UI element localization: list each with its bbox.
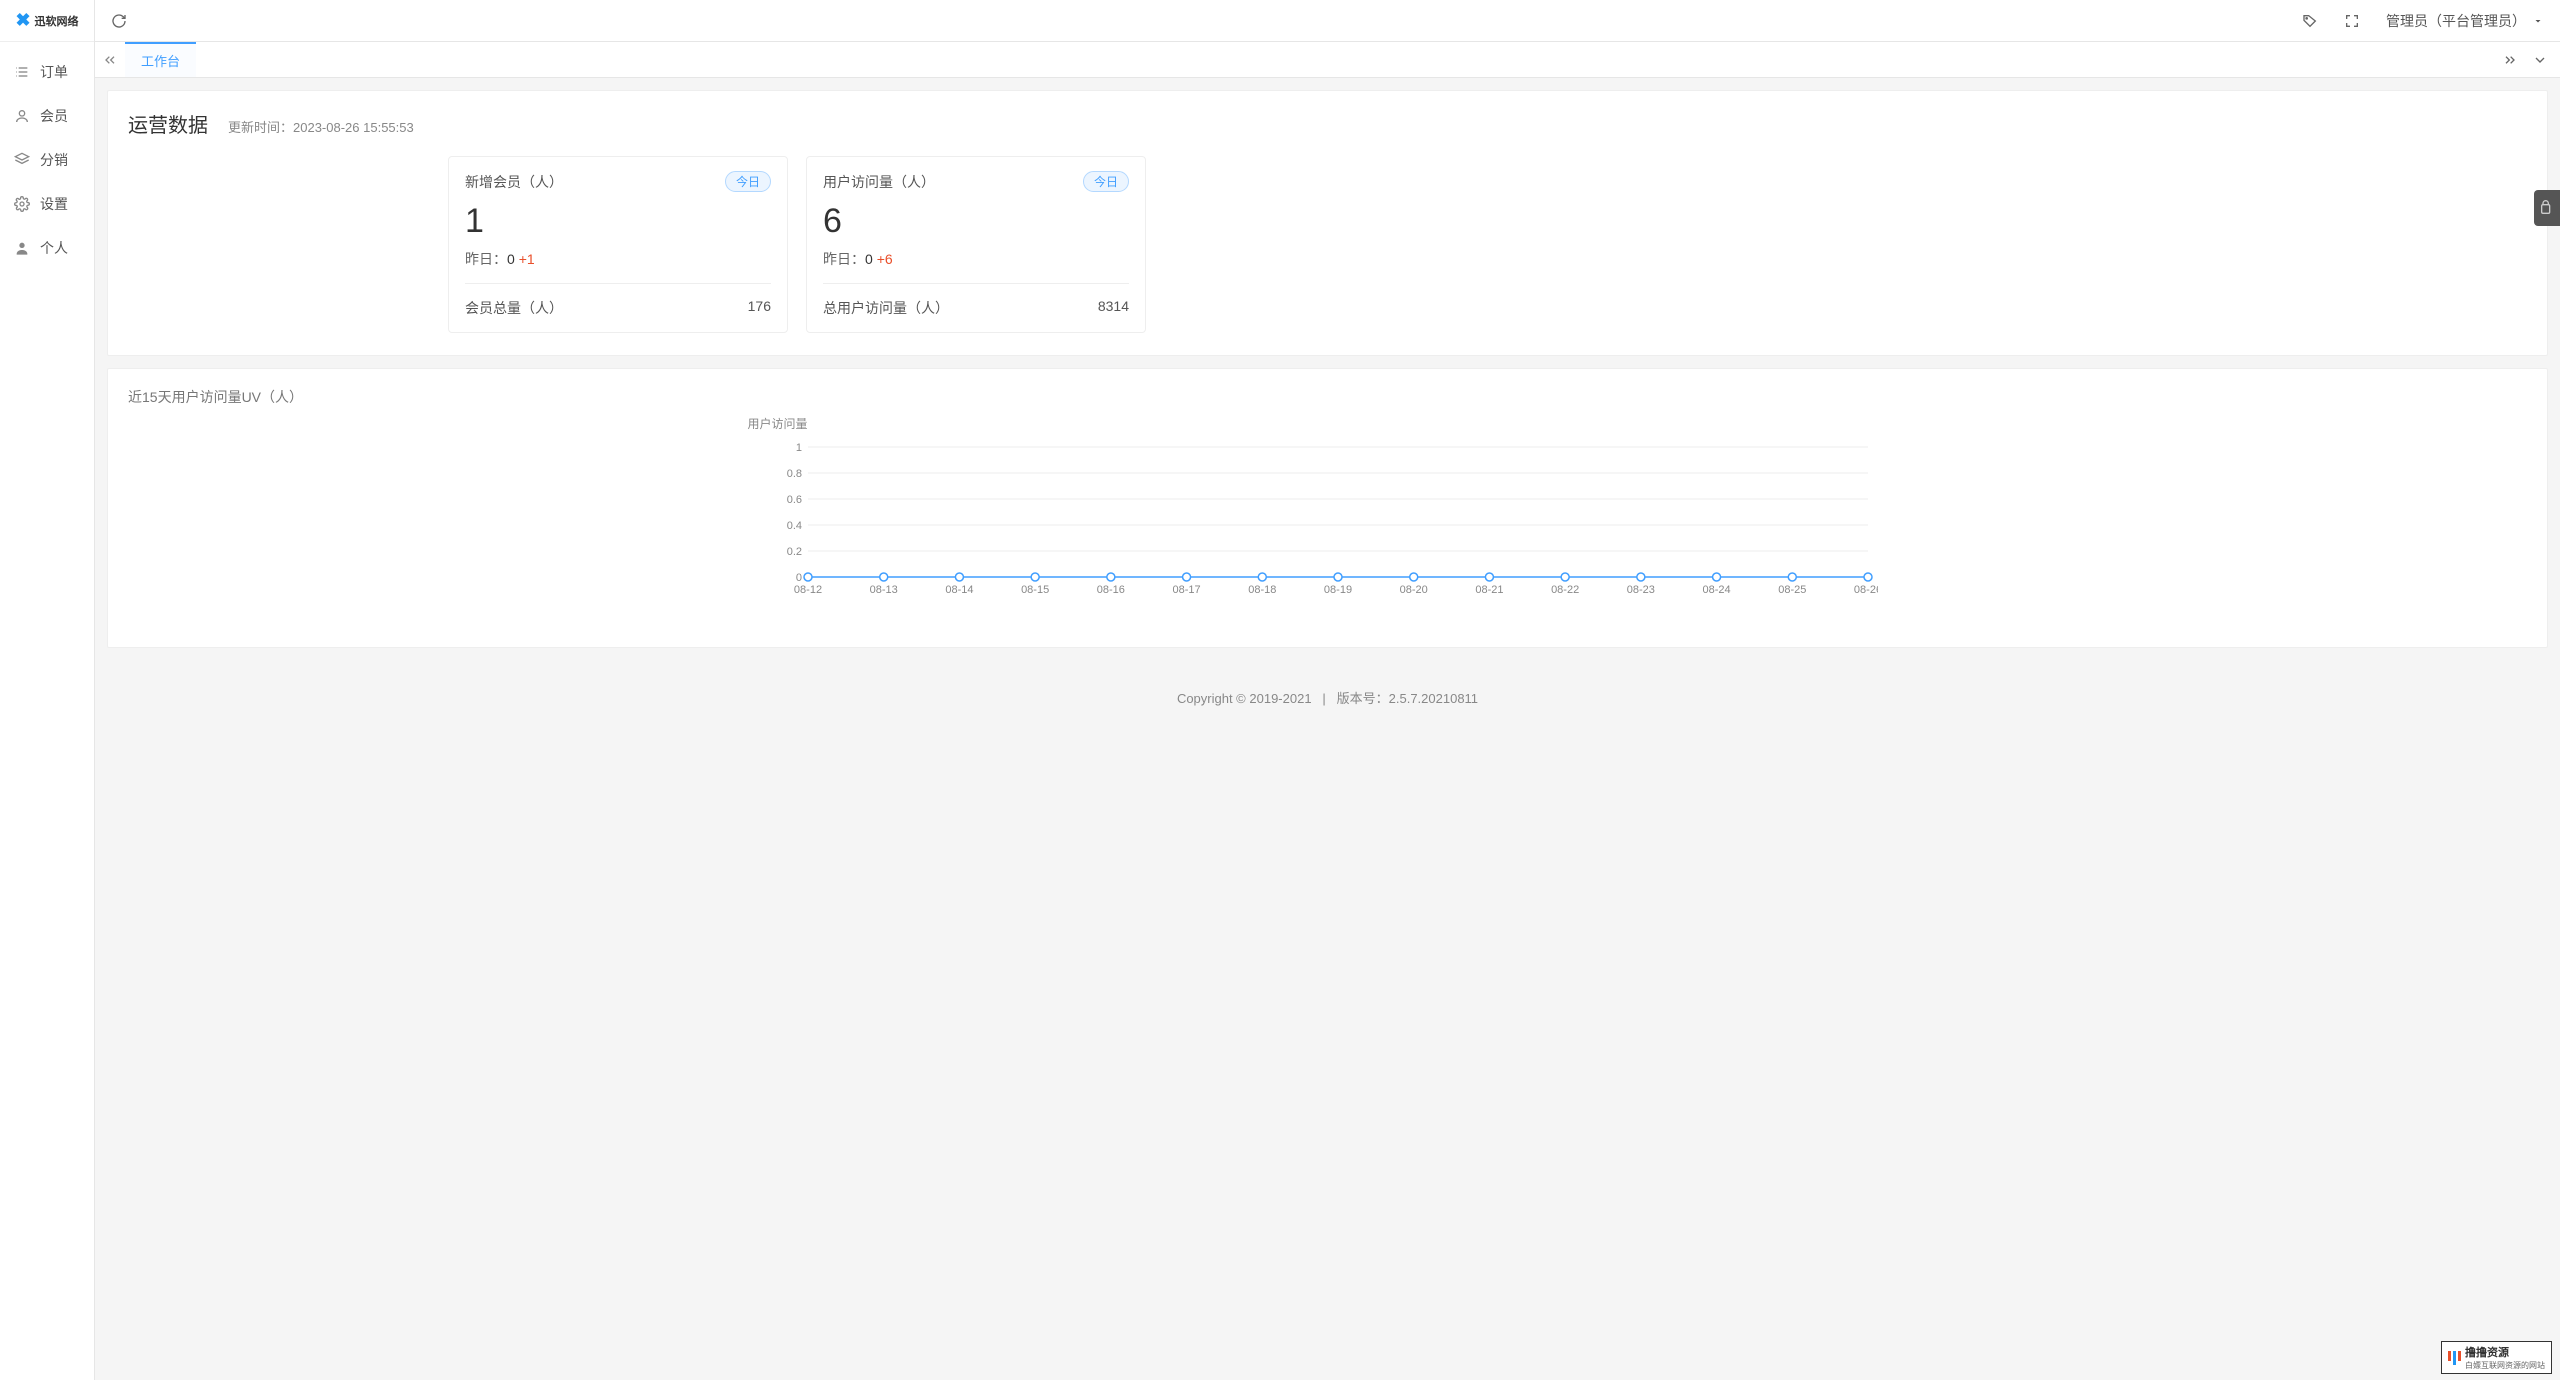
- sidebar-item-orders[interactable]: 订单: [0, 50, 94, 94]
- refresh-button[interactable]: [111, 13, 127, 29]
- card-foot-value: 8314: [1098, 298, 1129, 318]
- card-big-number: 6: [823, 202, 1129, 241]
- card-sub: 昨日：0 +1: [465, 249, 771, 269]
- side-float-button[interactable]: [2534, 190, 2560, 226]
- card-foot-value: 176: [748, 298, 771, 318]
- sidebar-item-settings[interactable]: 设置: [0, 182, 94, 226]
- svg-text:08-18: 08-18: [1248, 584, 1276, 596]
- sidebar-item-label: 订单: [40, 62, 68, 82]
- user-icon: [14, 108, 30, 124]
- card-big-number: 1: [465, 202, 771, 241]
- card-foot-label: 总用户访问量（人）: [823, 298, 949, 318]
- panel-title: 运营数据: [128, 109, 208, 138]
- sidebar: ✖迅软网络 订单 会员 分销 设置 个人: [0, 0, 95, 1380]
- stats-panel: 运营数据 更新时间：2023-08-26 15:55:53 新增会员（人） 今日…: [107, 90, 2548, 356]
- sidebar-item-label: 个人: [40, 238, 68, 258]
- sidebar-item-members[interactable]: 会员: [0, 94, 94, 138]
- shopping-bag-icon: [2539, 200, 2555, 216]
- line-chart: 0 0.2 0.4 0.6 0.8 1 08-12 08-13 08-14 08-15 08-16 0…: [778, 437, 1878, 607]
- tab-label: 工作台: [141, 51, 180, 70]
- user-dropdown[interactable]: 管理员（平台管理员）: [2386, 11, 2544, 31]
- sidebar-item-label: 分销: [40, 150, 68, 170]
- sidebar-item-label: 设置: [40, 194, 68, 214]
- svg-text:0.4: 0.4: [786, 520, 801, 532]
- svg-text:0.6: 0.6: [786, 494, 801, 506]
- fullscreen-icon[interactable]: [2344, 13, 2360, 29]
- svg-text:08-20: 08-20: [1399, 584, 1427, 596]
- card-badge: 今日: [725, 171, 771, 192]
- card-title: 新增会员（人）: [465, 172, 563, 192]
- expand-tabs-icon[interactable]: [2502, 52, 2518, 68]
- layers-icon: [14, 152, 30, 168]
- topbar: 管理员（平台管理员）: [95, 0, 2560, 42]
- brand-logo: ✖迅软网络: [0, 0, 94, 42]
- svg-text:08-26: 08-26: [1853, 584, 1877, 596]
- card-badge: 今日: [1083, 171, 1129, 192]
- chart-panel: 近15天用户访问量UV（人） 用户访问量 0 0.2 0.4 0.6 0.8 1 08-12…: [107, 368, 2548, 648]
- card-title: 用户访问量（人）: [823, 172, 935, 192]
- svg-text:08-14: 08-14: [945, 584, 973, 596]
- tabs-bar: 工作台: [95, 42, 2560, 78]
- caret-down-icon: [2532, 15, 2544, 27]
- stat-card: 用户访问量（人） 今日 6 昨日：0 +6 总用户访问量（人） 8314: [806, 156, 1146, 333]
- tag-icon[interactable]: [2302, 13, 2318, 29]
- sidebar-item-label: 会员: [40, 106, 68, 126]
- svg-text:08-21: 08-21: [1475, 584, 1503, 596]
- svg-text:08-23: 08-23: [1626, 584, 1654, 596]
- svg-text:08-24: 08-24: [1702, 584, 1730, 596]
- gear-icon: [14, 196, 30, 212]
- card-foot-label: 会员总量（人）: [465, 298, 563, 318]
- collapse-tabs-icon[interactable]: [95, 52, 125, 68]
- svg-text:0: 0: [795, 572, 801, 584]
- list-icon: [14, 64, 30, 80]
- sidebar-item-distribution[interactable]: 分销: [0, 138, 94, 182]
- watermark: 撸撸资源 白嫖互联网资源的网站: [2441, 1341, 2552, 1374]
- user-label: 管理员（平台管理员）: [2386, 11, 2526, 31]
- update-time: 更新时间：2023-08-26 15:55:53: [228, 117, 414, 136]
- svg-text:08-15: 08-15: [1021, 584, 1049, 596]
- svg-text:08-16: 08-16: [1096, 584, 1124, 596]
- person-icon: [14, 240, 30, 256]
- svg-text:08-17: 08-17: [1172, 584, 1200, 596]
- tab-workspace[interactable]: 工作台: [125, 42, 196, 77]
- svg-text:08-22: 08-22: [1551, 584, 1579, 596]
- card-sub: 昨日：0 +6: [823, 249, 1129, 269]
- svg-text:0.2: 0.2: [786, 546, 801, 558]
- sidebar-nav: 订单 会员 分销 设置 个人: [0, 42, 94, 270]
- svg-text:08-12: 08-12: [793, 584, 821, 596]
- footer: Copyright © 2019-2021 | 版本号：2.5.7.202108…: [107, 648, 2548, 727]
- sidebar-item-profile[interactable]: 个人: [0, 226, 94, 270]
- tabs-dropdown-icon[interactable]: [2532, 52, 2548, 68]
- stat-card: 新增会员（人） 今日 1 昨日：0 +1 会员总量（人） 176: [448, 156, 788, 333]
- chart-series-label: 用户访问量: [748, 415, 808, 432]
- svg-text:08-19: 08-19: [1323, 584, 1351, 596]
- svg-text:08-13: 08-13: [869, 584, 897, 596]
- svg-text:1: 1: [795, 442, 801, 454]
- chart-title: 近15天用户访问量UV（人）: [128, 387, 2527, 407]
- svg-text:08-25: 08-25: [1778, 584, 1806, 596]
- svg-text:0.8: 0.8: [786, 468, 801, 480]
